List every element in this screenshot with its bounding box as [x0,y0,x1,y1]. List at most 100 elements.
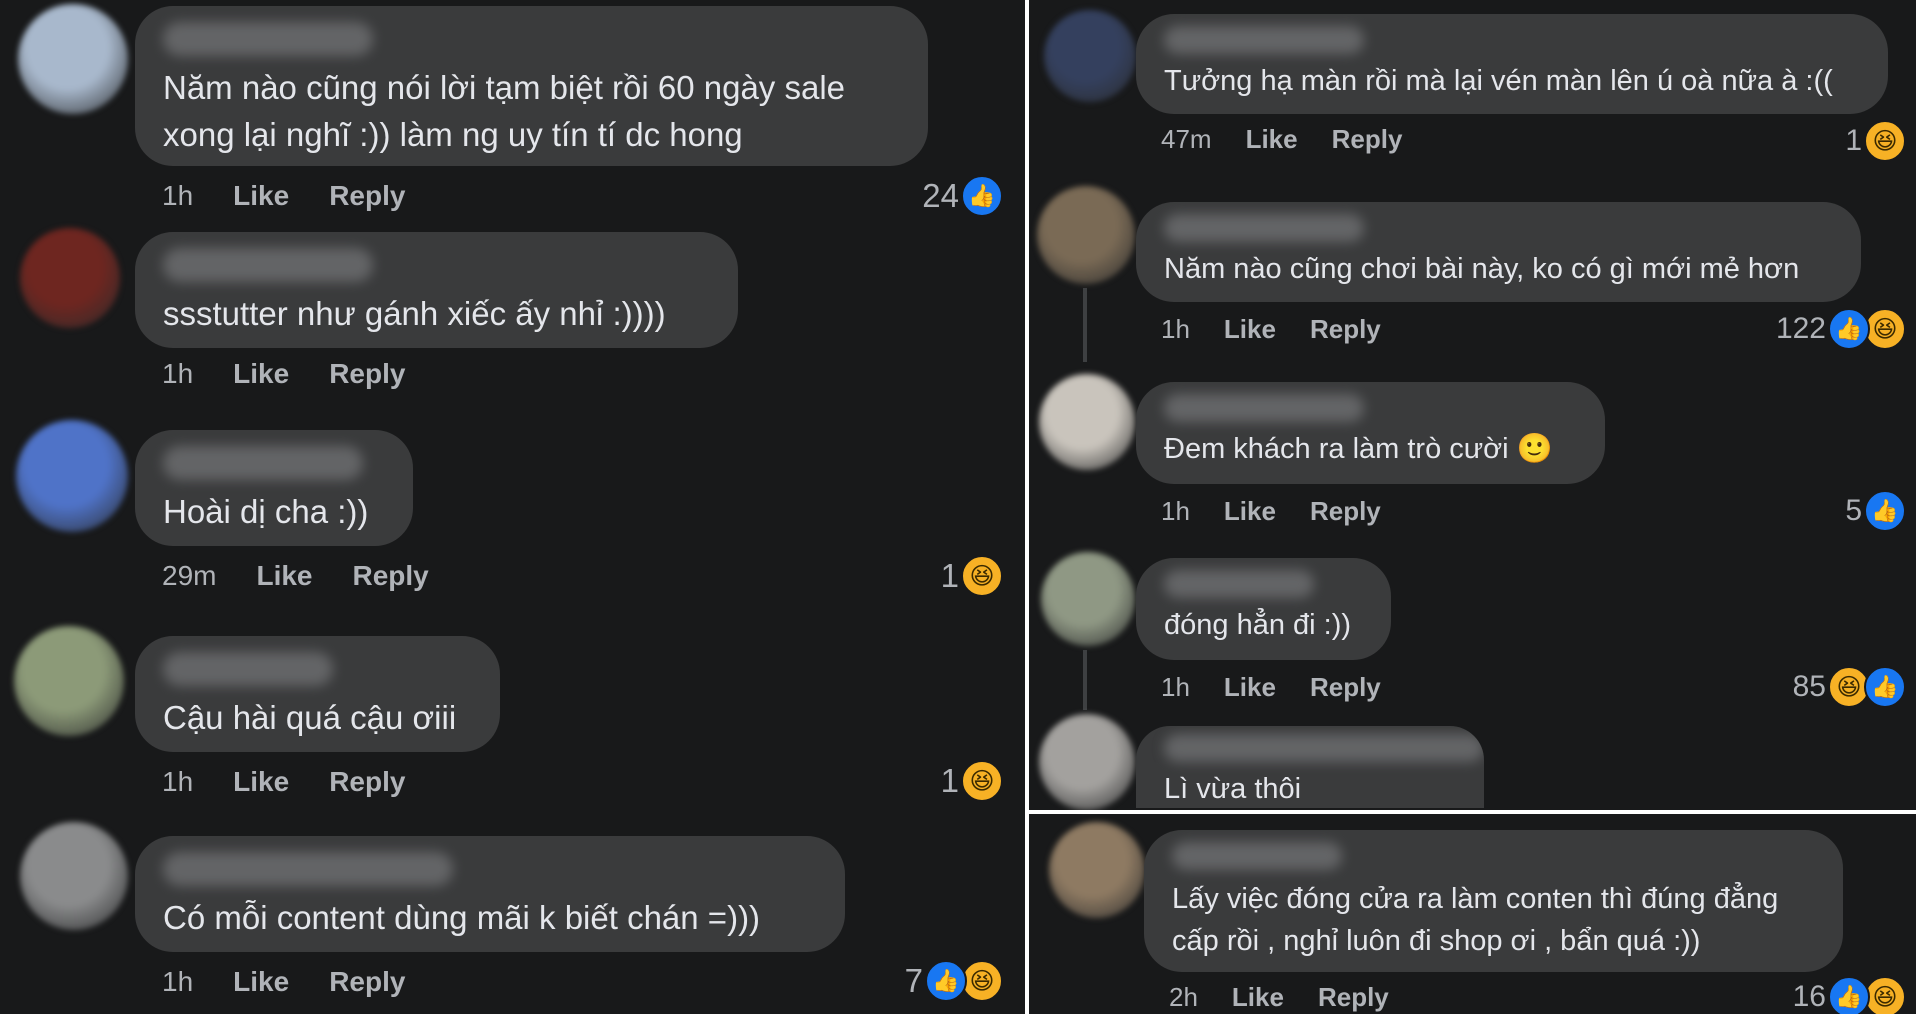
reply-button[interactable]: Reply [329,766,405,798]
comment-time[interactable]: 1h [1161,314,1190,345]
comment-time[interactable]: 1h [1161,672,1190,703]
reply-button[interactable]: Reply [1310,314,1381,345]
avatar[interactable] [1037,186,1135,284]
comment-text: Đem khách ra làm trò cười 🙂 [1164,433,1553,465]
reaction-count: 1 [940,557,959,594]
like-button[interactable]: Like [233,180,289,212]
comment-text: đóng hẳn đi :)) [1164,609,1352,641]
like-reaction-icon: 👍 [925,960,967,1002]
reaction-summary[interactable]: 1 😆 [1845,120,1906,162]
comment-time[interactable]: 47m [1161,124,1212,155]
reaction-summary[interactable]: 5 👍 [1845,490,1906,532]
reply-button[interactable]: Reply [329,358,405,390]
comment-text: Hoài dị cha :)) [163,493,369,530]
comment-actions: 2h Like Reply [1169,982,1389,1013]
comment-bubble: Năm nào cũng nói lời tạm biệt rồi 60 ngà… [135,6,928,166]
comment-actions: 1h Like Reply [1161,314,1381,345]
reaction-count: 122 [1775,312,1826,345]
reaction-summary[interactable]: 16 👍 😆 [1793,976,1906,1014]
comment-time[interactable]: 2h [1169,982,1198,1013]
commenter-name[interactable] [163,446,363,480]
screenshot-seam [1029,810,1916,814]
like-button[interactable]: Like [233,766,289,798]
comment-text: ssstutter như gánh xiếc ấy nhỉ :)))) [163,295,666,332]
reply-button[interactable]: Reply [1310,496,1381,527]
like-reaction-icon: 👍 [1828,308,1870,350]
haha-reaction-icon: 😆 [1864,308,1906,350]
avatar[interactable] [18,4,128,114]
commenter-name[interactable] [1164,394,1364,422]
commenter-name[interactable] [163,852,453,886]
reply-button[interactable]: Reply [353,560,429,592]
avatar[interactable] [20,822,128,930]
reaction-summary[interactable]: 24 👍 [922,175,1003,217]
reaction-count: 85 [1792,670,1826,703]
commenter-name[interactable] [1164,26,1364,54]
like-button[interactable]: Like [1224,672,1276,703]
commenter-name[interactable] [163,652,333,686]
like-button[interactable]: Like [1246,124,1298,155]
avatar[interactable] [14,626,124,736]
avatar[interactable] [1049,822,1145,918]
comment-bubble: đóng hẳn đi :)) [1136,558,1391,660]
comment-bubble: ssstutter như gánh xiếc ấy nhỉ :)))) [135,232,738,348]
thread-line [1083,288,1087,362]
comment-actions: 1h Like Reply [162,966,405,998]
commenter-name[interactable] [1172,842,1342,870]
reaction-summary[interactable]: 7 👍 😆 [905,960,1003,1002]
avatar[interactable] [20,228,120,328]
like-button[interactable]: Like [1232,982,1284,1013]
reply-button[interactable]: Reply [1332,124,1403,155]
commenter-name[interactable] [1164,570,1314,598]
avatar[interactable] [1044,10,1136,102]
like-button[interactable]: Like [256,560,312,592]
comment-actions: 1h Like Reply [1161,672,1381,703]
haha-reaction-icon: 😆 [961,555,1003,597]
haha-reaction-icon: 😆 [961,760,1003,802]
commenter-name[interactable] [1164,214,1364,242]
like-button[interactable]: Like [233,966,289,998]
comment-text: Tưởng hạ màn rồi mà lại vén màn lên ú oà… [1164,65,1833,97]
comment-text: Cậu hài quá cậu ơiii [163,699,457,736]
commenter-name[interactable] [163,22,373,56]
comment-time[interactable]: 29m [162,560,216,592]
comment-time[interactable]: 1h [162,358,193,390]
like-reaction-icon: 👍 [1864,490,1906,532]
comment-time[interactable]: 1h [1161,496,1190,527]
avatar[interactable] [1039,374,1135,470]
reaction-summary[interactable]: 1 😆 [941,555,1003,597]
like-button[interactable]: Like [1224,314,1276,345]
commenter-name[interactable] [163,248,373,282]
reaction-count: 16 [1792,980,1826,1013]
reply-button[interactable]: Reply [329,180,405,212]
avatar[interactable] [1041,552,1135,646]
comment-text: Có mỗi content dùng mãi k biết chán =))) [163,899,761,936]
like-button[interactable]: Like [233,358,289,390]
reaction-summary[interactable]: 1 😆 [941,760,1003,802]
comment-bubble: Năm nào cũng chơi bài này, ko có gì mới … [1136,202,1861,302]
left-comments-panel: Năm nào cũng nói lời tạm biệt rồi 60 ngà… [0,0,1025,1014]
comment-time[interactable]: 1h [162,180,193,212]
like-reaction-icon: 👍 [1828,976,1870,1014]
avatar[interactable] [16,420,128,532]
reaction-count: 5 [1845,494,1862,527]
avatar[interactable] [1039,714,1135,810]
reaction-summary[interactable]: 122 👍 😆 [1776,308,1906,350]
reply-button[interactable]: Reply [1310,672,1381,703]
comment-time[interactable]: 1h [162,966,193,998]
comment-time[interactable]: 1h [162,766,193,798]
comment-bubble: Đem khách ra làm trò cười 🙂 [1136,382,1605,484]
comment-actions: 1h Like Reply [162,766,405,798]
reaction-summary[interactable]: 85 😆 👍 [1793,666,1906,708]
haha-reaction-icon: 😆 [961,960,1003,1002]
comment-actions: 29m Like Reply [162,560,429,592]
like-button[interactable]: Like [1224,496,1276,527]
comment-actions: 1h Like Reply [162,180,405,212]
like-reaction-icon: 👍 [1864,666,1906,708]
comment-bubble: Hoài dị cha :)) [135,430,413,546]
commenter-name[interactable] [1164,734,1484,762]
reply-button[interactable]: Reply [1318,982,1389,1013]
comment-actions: 1h Like Reply [1161,496,1381,527]
comment-text: Năm nào cũng nói lời tạm biệt rồi 60 ngà… [163,69,846,153]
reply-button[interactable]: Reply [329,966,405,998]
